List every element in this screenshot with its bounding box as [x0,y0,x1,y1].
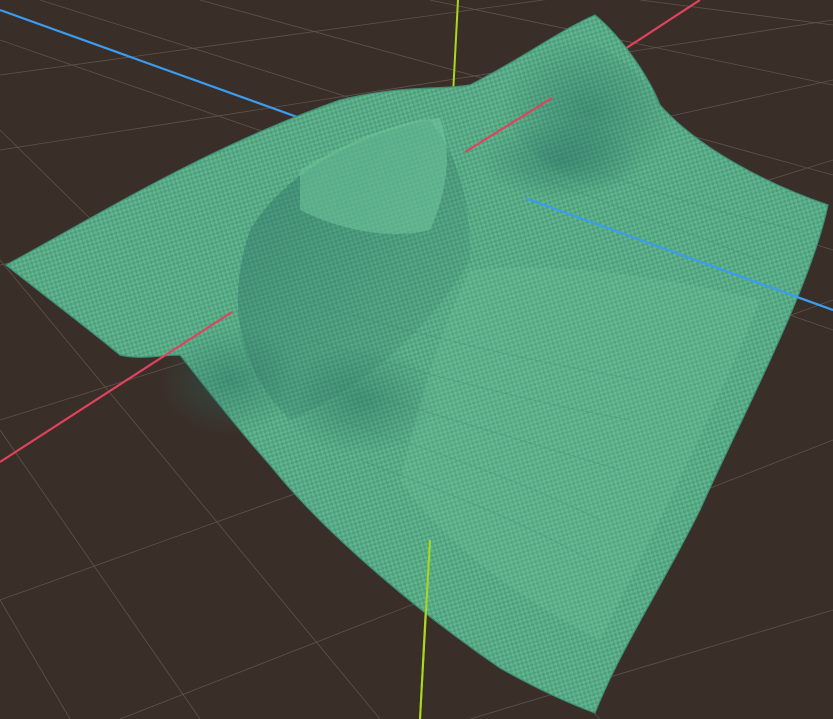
valley-shadow-left [160,325,300,435]
valley-shadow-right [480,120,640,200]
viewport-canvas[interactable] [0,0,833,719]
3d-viewport[interactable] [0,0,833,719]
